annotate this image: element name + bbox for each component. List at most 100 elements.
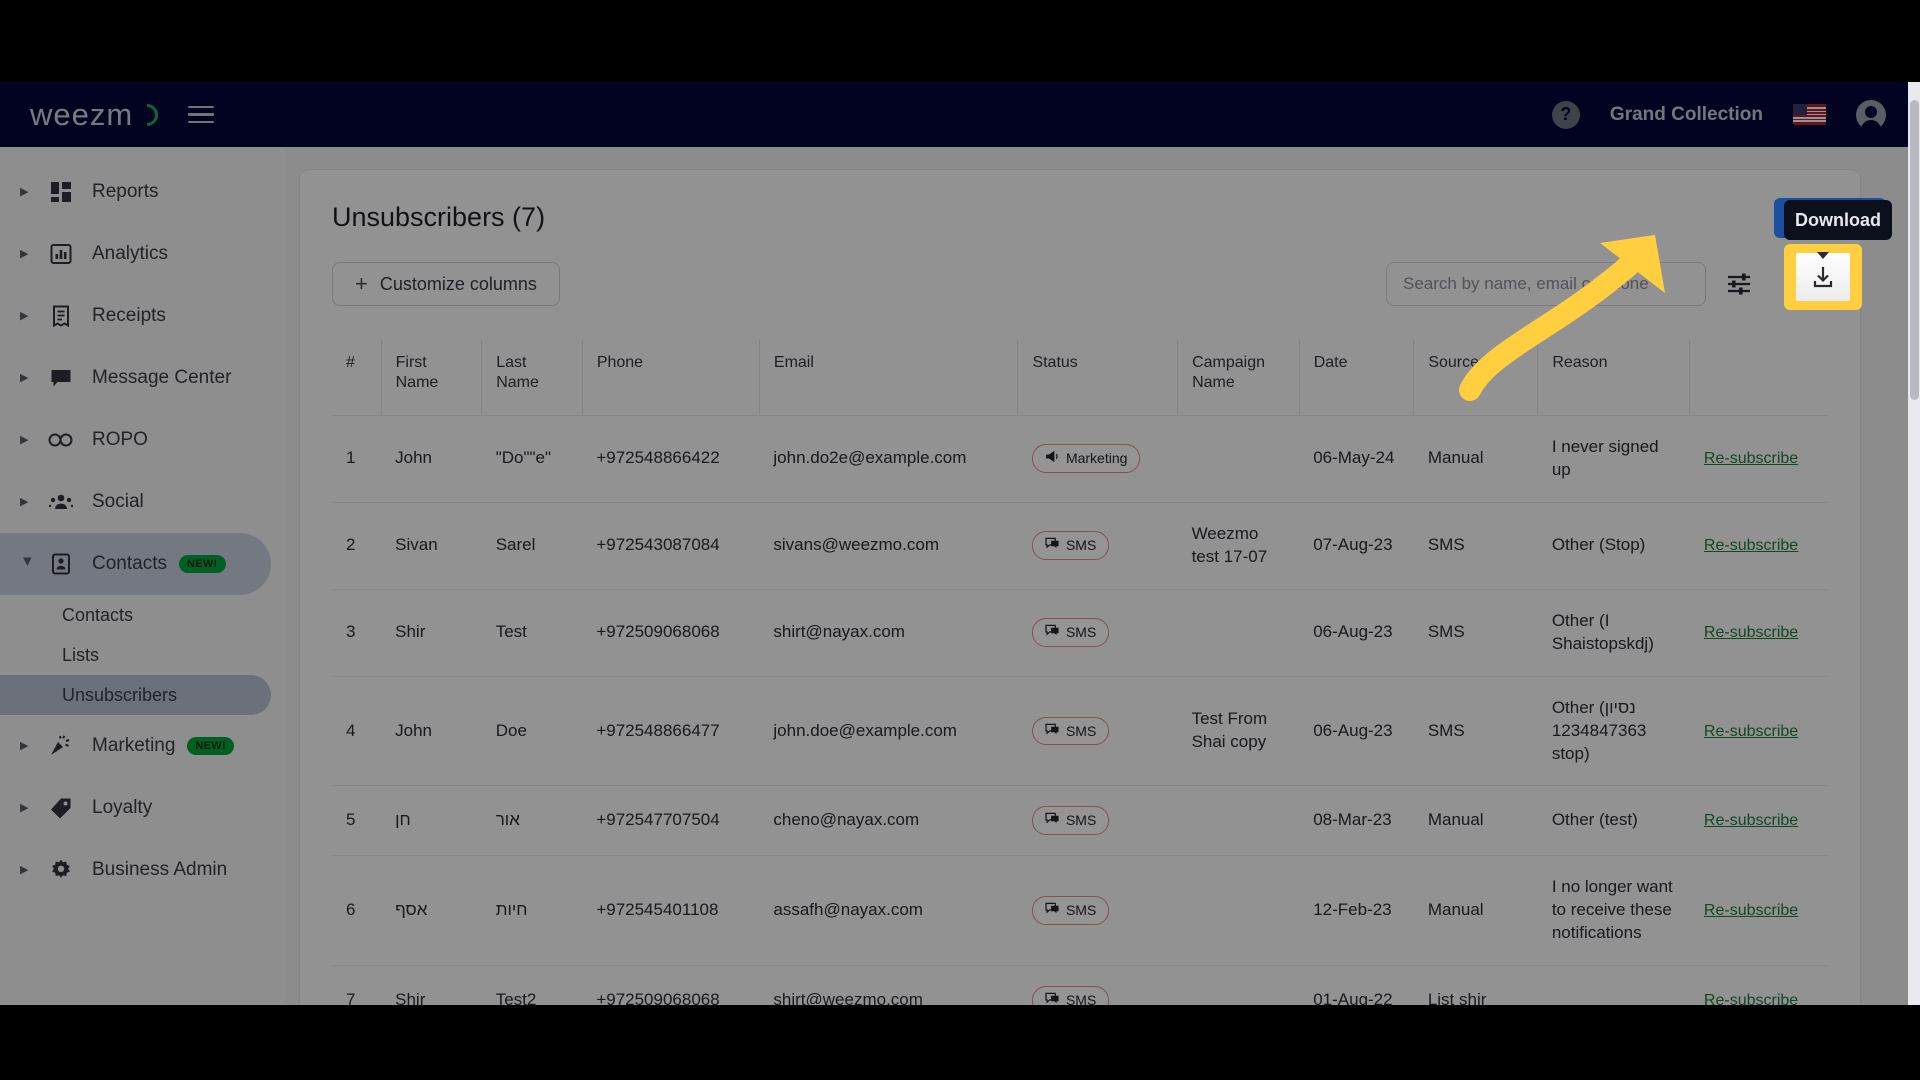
sidebar-subitem-lists[interactable]: Lists xyxy=(0,635,271,675)
sidebar-item-receipts[interactable]: ▶ Receipts xyxy=(0,285,271,347)
chevron-down-icon: ▶ xyxy=(21,557,34,566)
sidebar-item-label: Message Center xyxy=(92,367,232,388)
sms-chat-icon xyxy=(1045,811,1060,830)
cell-row-number: 5 xyxy=(332,785,382,857)
cell-reason: Other (I Shaistopskdj) xyxy=(1537,589,1690,677)
sidebar-item-reports[interactable]: ▶ Reports xyxy=(0,161,271,223)
us-flag-icon[interactable] xyxy=(1793,104,1826,125)
cell-first-name: Shir xyxy=(381,589,482,677)
column-header-number[interactable]: # xyxy=(332,339,382,416)
cell-phone: +972548866422 xyxy=(582,415,760,503)
cell-re-subscribe-link[interactable]: Re-subscribe xyxy=(1689,502,1828,590)
cell-re-subscribe-link[interactable]: Re-subscribe xyxy=(1689,965,1828,1005)
download-button[interactable] xyxy=(1796,253,1850,301)
cell-source: Manual xyxy=(1413,855,1538,967)
chevron-right-icon: ▶ xyxy=(20,247,29,260)
hamburger-icon[interactable] xyxy=(188,105,215,124)
sidebar-item-social[interactable]: ▶ Social xyxy=(0,471,271,533)
tag-icon xyxy=(48,797,74,819)
weezmo-logo-o-icon xyxy=(131,98,163,131)
re-subscribe-link[interactable]: Re-subscribe xyxy=(1704,624,1798,641)
cell-first-name: אסף xyxy=(381,855,482,967)
re-subscribe-link[interactable]: Re-subscribe xyxy=(1704,902,1798,919)
cell-email: john.doe@example.com xyxy=(759,676,1018,787)
chevron-right-icon: ▶ xyxy=(20,495,29,508)
account-avatar-icon[interactable] xyxy=(1856,99,1886,133)
cell-source: List shir xyxy=(1413,965,1538,1005)
download-tooltip: Download xyxy=(1784,200,1892,240)
cell-phone: +972547707504 xyxy=(582,785,760,857)
cell-re-subscribe-link[interactable]: Re-subscribe xyxy=(1689,676,1828,787)
column-header-status[interactable]: Status xyxy=(1017,339,1179,416)
organization-name[interactable]: Grand Collection xyxy=(1610,104,1763,126)
re-subscribe-link[interactable]: Re-subscribe xyxy=(1704,450,1798,467)
status-label: SMS xyxy=(1065,902,1097,919)
brand-logo[interactable]: weezm xyxy=(30,97,163,133)
sidebar-item-ropo[interactable]: ▶ ROPO xyxy=(0,409,271,471)
cell-reason xyxy=(1537,965,1690,1005)
sidebar-item-message-center[interactable]: ▶ Message Center xyxy=(0,347,271,409)
sidebar-item-label: Business Admin xyxy=(92,859,228,880)
table-row[interactable]: 6 אסף חיות +972545401108 assafh@nayax.com SMS… xyxy=(332,855,1828,967)
sidebar-item-label: Analytics xyxy=(92,243,169,264)
status-badge: SMS xyxy=(1031,531,1110,561)
re-subscribe-link[interactable]: Re-subscribe xyxy=(1704,812,1798,829)
cell-reason: Other (test) xyxy=(1537,785,1690,857)
status-badge: SMS xyxy=(1031,716,1110,746)
cell-date: 08-Mar-23 xyxy=(1299,785,1414,857)
table-row[interactable]: 5 חן אור +972547707504 cheno@nayax.com SMS 08-… xyxy=(332,785,1828,857)
cell-re-subscribe-link[interactable]: Re-subscribe xyxy=(1689,855,1828,967)
sidebar-item-label: Receipts xyxy=(92,305,166,326)
cell-first-name: Shir xyxy=(381,965,482,1005)
chevron-right-icon: ▶ xyxy=(20,801,29,814)
sidebar-subitem-contacts[interactable]: Contacts xyxy=(0,595,271,635)
cell-campaign-name xyxy=(1177,415,1300,503)
megaphone-party-icon xyxy=(48,735,74,757)
cell-re-subscribe-link[interactable]: Re-subscribe xyxy=(1689,589,1828,677)
table-row[interactable]: 4 John Doe +972548866477 john.doe@example.co… xyxy=(332,676,1828,787)
cell-reason: Other (Stop) xyxy=(1537,502,1690,590)
help-question-icon[interactable]: ? xyxy=(1551,100,1580,129)
column-header-first-name[interactable]: First Name xyxy=(381,339,483,416)
sidebar-item-analytics[interactable]: ▶ Analytics xyxy=(0,223,271,285)
column-header-last-name[interactable]: Last Name xyxy=(481,339,583,416)
cell-re-subscribe-link[interactable]: Re-subscribe xyxy=(1689,785,1828,857)
sidebar-item-business-admin[interactable]: ▶ Business Admin xyxy=(0,839,271,901)
customize-columns-button[interactable]: + Customize columns xyxy=(332,262,560,306)
status-label: SMS xyxy=(1065,624,1097,641)
cell-campaign-name: Weezmo test 17-07 xyxy=(1177,502,1300,590)
sidebar-item-loyalty[interactable]: ▶ Loyalty xyxy=(0,777,271,839)
customize-columns-label: Customize columns xyxy=(379,273,537,294)
sidebar-subitem-unsubscribers[interactable]: Unsubscribers xyxy=(0,675,271,715)
megaphone-icon xyxy=(1045,449,1060,468)
cell-row-number: 7 xyxy=(332,965,382,1005)
download-button-highlight xyxy=(1786,246,1860,308)
re-subscribe-link[interactable]: Re-subscribe xyxy=(1704,723,1798,740)
column-header-phone[interactable]: Phone xyxy=(582,339,760,416)
sidebar-item-contacts[interactable]: ▶ Contacts NEW! xyxy=(0,533,271,595)
sms-chat-icon xyxy=(1045,536,1060,555)
cell-re-subscribe-link[interactable]: Re-subscribe xyxy=(1689,415,1828,503)
column-header-email[interactable]: Email xyxy=(759,339,1019,416)
table-row[interactable]: 1 John "Do""e" +972548866422 john.do2e@examp… xyxy=(332,415,1828,503)
cell-date: 06-May-24 xyxy=(1299,415,1414,503)
re-subscribe-link[interactable]: Re-subscribe xyxy=(1704,992,1798,1005)
page-scrollbar-thumb[interactable] xyxy=(1910,100,1919,400)
cell-reason: I no longer want to receive these notifi… xyxy=(1537,855,1690,967)
table-row[interactable]: 7 Shir Test2 +972509068068 shirt@weezmo.com S… xyxy=(332,965,1828,1005)
table-row[interactable]: 3 Shir Test +972509068068 shirt@nayax.com SMS… xyxy=(332,589,1828,677)
cell-status: SMS xyxy=(1017,589,1178,677)
sidebar-navigation: ▶ Reports ▶ Analytics ▶ Receipts ▶ Messa… xyxy=(0,147,285,1005)
cell-reason: I never signed up xyxy=(1537,415,1690,503)
cell-email: john.do2e@example.com xyxy=(759,415,1018,503)
cell-date: 06-Aug-23 xyxy=(1299,589,1414,677)
cell-first-name: John xyxy=(381,676,482,787)
sidebar-item-marketing[interactable]: ▶ Marketing NEW! xyxy=(0,715,271,777)
status-label: SMS xyxy=(1065,812,1097,829)
column-header-campaign-name[interactable]: Campaign Name xyxy=(1177,339,1300,416)
chevron-right-icon: ▶ xyxy=(20,739,29,752)
table-row[interactable]: 2 Sivan Sarel +972543087084 sivans@weezmo.co… xyxy=(332,502,1828,590)
gear-icon xyxy=(48,859,74,881)
re-subscribe-link[interactable]: Re-subscribe xyxy=(1704,537,1798,554)
column-header-date[interactable]: Date xyxy=(1299,339,1415,416)
